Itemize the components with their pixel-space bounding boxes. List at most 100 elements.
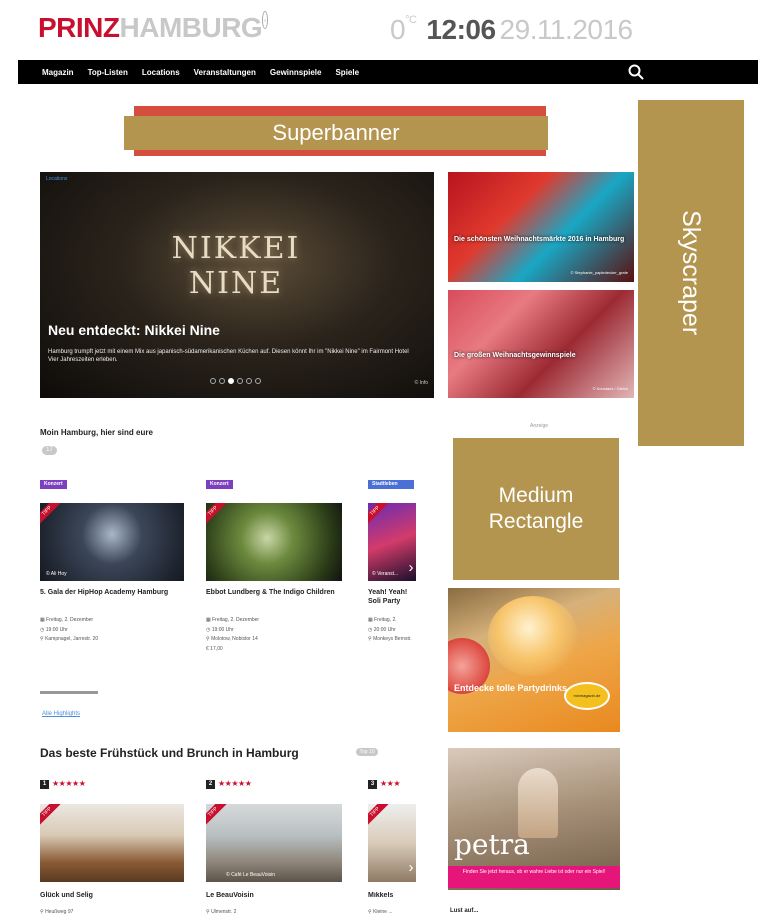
slider-dot[interactable] bbox=[246, 378, 252, 384]
tip-ribbon: TIPP bbox=[206, 503, 227, 525]
rating-stars: ★★★★★ bbox=[218, 779, 252, 788]
event-date: Freitag, 2. Dezember bbox=[46, 617, 94, 623]
weather-clock: 0°C 12:06 29.11.2016 bbox=[390, 14, 633, 46]
rating-stars: ★★★★★ bbox=[52, 779, 86, 788]
nav-item-top-listen[interactable]: Top-Listen bbox=[88, 68, 128, 77]
search-icon[interactable] bbox=[627, 63, 645, 81]
medium-rectangle-ad[interactable]: Medium Rectangle bbox=[453, 438, 619, 580]
nav-item-magazin[interactable]: Magazin bbox=[42, 68, 74, 77]
partydrinks-ad[interactable]: Entdecke tolle Partydrinks auf mixmagazi… bbox=[448, 588, 620, 732]
image-credit: © Café Le BeauVoisin bbox=[226, 872, 275, 878]
temperature-value: 0 bbox=[390, 14, 406, 45]
event-place: Monkeys Bernstr. bbox=[373, 636, 412, 642]
category-badge[interactable]: Konzert bbox=[206, 480, 233, 489]
slider-dots bbox=[210, 378, 261, 384]
hero-slider[interactable]: Locations NIKKEI NINE Neu entdeckt: Nikk… bbox=[40, 172, 434, 398]
hero-image-logo-text: NIKKEI NINE bbox=[171, 231, 301, 301]
current-time: 12:06 bbox=[426, 14, 496, 45]
category-badge[interactable]: Konzert bbox=[40, 480, 67, 489]
brunch-address: Kleine ... bbox=[373, 909, 393, 915]
brunch-card-address: ⚲ Kleine ... bbox=[368, 908, 416, 918]
temperature-unit: °C bbox=[405, 14, 417, 26]
event-card-meta: ▦ Freitag, 2. ◷ 20:00 Uhr ⚲ Monkeys Bern… bbox=[368, 616, 416, 645]
brunch-address: Heußweg 97 bbox=[45, 909, 74, 915]
rank-badge: 2 bbox=[206, 780, 215, 789]
brunch-card-title[interactable]: Glück und Selig bbox=[40, 892, 93, 901]
event-place: Kampnagel, Jarrestr. 20 bbox=[45, 636, 99, 642]
logo-secondary: HAMBURG bbox=[119, 12, 263, 43]
petra-logo: petra bbox=[454, 828, 530, 861]
skyscraper-ad[interactable]: Skyscraper bbox=[638, 100, 744, 446]
slider-dot[interactable] bbox=[219, 378, 225, 384]
all-highlights-link[interactable]: Alle Highlights bbox=[42, 711, 80, 717]
rank-badge: 1 bbox=[40, 780, 49, 789]
image-credit: © Veranst... bbox=[372, 571, 399, 577]
prinz-hamburg-logo[interactable]: PRINZHAMBURG· bbox=[38, 11, 269, 44]
brunch-card-address: ⚲ Ulmenstr. 2 bbox=[206, 908, 236, 918]
chevron-right-icon[interactable]: › bbox=[404, 558, 418, 578]
medium-rectangle-label: Medium Rectangle bbox=[488, 483, 584, 533]
chevron-right-icon[interactable]: › bbox=[404, 858, 418, 878]
brunch-card-image[interactable]: TIPP bbox=[40, 804, 184, 882]
main-navigation: Magazin Top-Listen Locations Veranstaltu… bbox=[18, 60, 758, 84]
event-card-meta: ▦ Freitag, 2. Dezember ◷ 19:00 Uhr ⚲ Kam… bbox=[40, 616, 98, 645]
category-badge[interactable]: Stadtleben bbox=[368, 480, 414, 489]
nav-item-gewinnspiele[interactable]: Gewinnspiele bbox=[270, 68, 322, 77]
event-place: Molotow, Nobistor 14 bbox=[211, 636, 258, 642]
top10-badge: Top 10 bbox=[356, 748, 378, 756]
brunch-card-title[interactable]: Le BeauVoisin bbox=[206, 892, 254, 901]
brunch-card-title[interactable]: Mikkels bbox=[368, 892, 416, 901]
slider-dot[interactable] bbox=[228, 378, 234, 384]
petra-tagline: Finden Sie jetzt heraus, ob er wahre Lie… bbox=[448, 866, 620, 888]
site-header: PRINZHAMBURG· 0°C 12:06 29.11.2016 bbox=[0, 0, 758, 60]
event-date: Freitag, 2. bbox=[374, 617, 397, 623]
nav-item-veranstaltungen[interactable]: Veranstaltungen bbox=[194, 68, 256, 77]
event-card-title[interactable]: 5. Gala der HipHop Academy Hamburg bbox=[40, 589, 180, 598]
weihnachtsmaerkte-teaser[interactable]: Die schönsten Weihnachtsmärkte 2016 in H… bbox=[448, 172, 634, 282]
current-date: 29.11.2016 bbox=[499, 14, 634, 45]
image-credit: © Ali Hoy bbox=[46, 571, 67, 577]
teaser-title: Die schönsten Weihnachtsmärkte 2016 in H… bbox=[454, 236, 625, 243]
tip-ribbon: TIPP bbox=[40, 804, 61, 826]
gewinnspiele-teaser[interactable]: Die großen Weihnachtsgewinnspiele © Kons… bbox=[448, 290, 634, 398]
tip-ribbon: TIPP bbox=[206, 804, 227, 826]
brunch-card-address: ⚲ Heußweg 97 bbox=[40, 908, 73, 918]
event-price: 17,00 bbox=[210, 645, 223, 652]
hero-category-tag[interactable]: Locations bbox=[46, 176, 67, 182]
event-date: Freitag, 2. Dezember bbox=[212, 617, 260, 623]
slider-dot[interactable] bbox=[255, 378, 261, 384]
mixmagazin-logo: mixmagazin.de bbox=[564, 682, 610, 710]
tip-ribbon: TIPP bbox=[40, 503, 61, 525]
event-card-image[interactable]: TIPP bbox=[206, 503, 342, 581]
brunch-heading[interactable]: Das beste Frühstück und Brunch in Hambur… bbox=[40, 746, 299, 760]
slider-dot[interactable] bbox=[210, 378, 216, 384]
events-count-badge: 17 bbox=[42, 446, 57, 455]
petra-ad[interactable]: petra Finden Sie jetzt heraus, ob er wah… bbox=[448, 748, 620, 890]
brunch-card-image[interactable]: TIPP © Café Le BeauVoisin bbox=[206, 804, 342, 882]
logo-dot: · bbox=[262, 11, 269, 29]
hero-text: Hamburg trumpft jetzt mit einem Mix aus … bbox=[48, 349, 409, 364]
teaser-title: Die großen Weihnachtsgewinnspiele bbox=[454, 352, 576, 359]
rating-stars: ★★★ bbox=[380, 779, 401, 788]
superbanner-ad[interactable]: Superbanner bbox=[124, 116, 548, 150]
nav-item-spiele[interactable]: Spiele bbox=[335, 68, 359, 77]
ad-label: Anzeige bbox=[530, 423, 549, 429]
rank-badge: 3 bbox=[368, 780, 377, 789]
event-card-meta: ▦ Freitag, 2. Dezember ◷ 19:00 Uhr ⚲ Mol… bbox=[206, 616, 259, 654]
superbanner-label: Superbanner bbox=[272, 120, 400, 146]
event-card-image[interactable]: TIPP © Ali Hoy bbox=[40, 503, 184, 581]
slider-dot[interactable] bbox=[237, 378, 243, 384]
nav-item-locations[interactable]: Locations bbox=[142, 68, 180, 77]
carousel-scrollbar[interactable] bbox=[40, 691, 98, 694]
event-card-title[interactable]: Yeah! Yeah! Soli Party bbox=[368, 589, 416, 607]
tip-ribbon: TIPP bbox=[368, 804, 389, 826]
tip-ribbon: TIPP bbox=[368, 503, 389, 525]
events-heading: Moin Hamburg, hier sind eure bbox=[40, 428, 153, 437]
lust-auf-heading: Lust auf... bbox=[450, 908, 479, 914]
teaser-credit: © Stephanie_papledecker_grafe bbox=[570, 270, 628, 275]
event-card-title[interactable]: Ebbot Lundberg & The Indigo Children bbox=[206, 589, 342, 598]
brunch-address: Ulmenstr. 2 bbox=[211, 909, 237, 915]
hero-title[interactable]: Neu entdeckt: Nikkei Nine bbox=[48, 322, 220, 338]
teaser-credit: © Konstanz / Gleich bbox=[592, 386, 628, 391]
event-time: 19:00 Uhr bbox=[211, 626, 234, 633]
